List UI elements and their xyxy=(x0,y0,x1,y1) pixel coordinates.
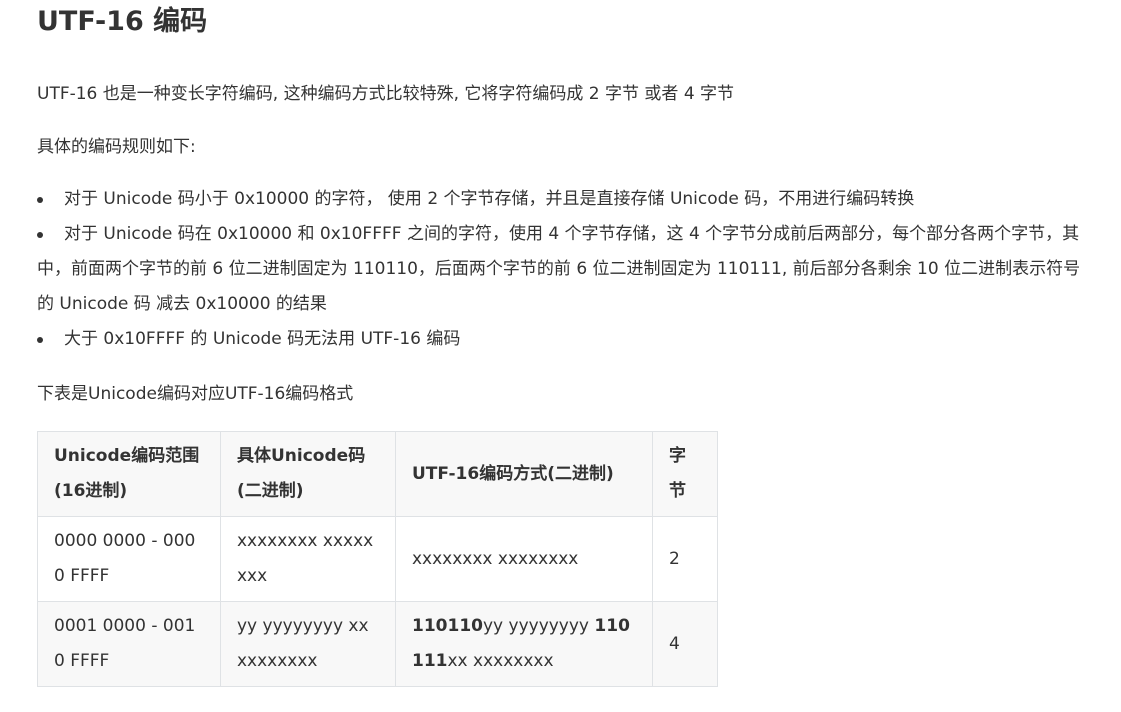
cell-utf16: xxxxxxxx xxxxxxxx xyxy=(395,516,653,602)
utf16-bits: yy yyyyyyyy xyxy=(482,616,595,636)
cell-binary: xxxxxxxx xxxxxxxx xyxy=(220,516,396,602)
table-caption: 下表是Unicode编码对应UTF-16编码格式 xyxy=(37,384,354,404)
intro-paragraph: UTF-16 也是一种变长字符编码, 这种编码方式比较特殊, 它将字符编码成 2… xyxy=(37,84,735,104)
list-item: 对于 Unicode 码小于 0x10000 的字符， 使用 2 个字节存储，并… xyxy=(37,182,1097,217)
bullet-icon xyxy=(37,197,43,203)
utf16-format-table: Unicode编码范围(16进制) 具体Unicode码(二进制) UTF-16… xyxy=(37,431,718,687)
article: UTF-16 编码 UTF-16 也是一种变长字符编码, 这种编码方式比较特殊,… xyxy=(37,0,1097,687)
utf16-bits: xxxxxxxx xxxxxxxx xyxy=(412,548,579,569)
table-row: 0001 0000 - 0010 FFFF yy yyyyyyyy xx xxx… xyxy=(37,601,718,687)
table-header-row: Unicode编码范围(16进制) 具体Unicode码(二进制) UTF-16… xyxy=(37,431,718,517)
utf16-bits: xx xxxxxxxx xyxy=(447,651,554,671)
cell-range: 0001 0000 - 0010 FFFF xyxy=(37,601,221,687)
cell-range: 0000 0000 - 0000 FFFF xyxy=(37,516,221,602)
cell-bytes: 2 xyxy=(652,516,718,602)
bullet-icon xyxy=(37,232,43,238)
column-header-binary: 具体Unicode码(二进制) xyxy=(220,431,396,517)
page-title: UTF-16 编码 xyxy=(37,6,208,37)
rules-list: 对于 Unicode 码小于 0x10000 的字符， 使用 2 个字节存储，并… xyxy=(37,182,1097,357)
cell-utf16: 110110yy yyyyyyyy 110111xx xxxxxxxx xyxy=(395,601,653,687)
list-item-text: 大于 0x10FFFF 的 Unicode 码无法用 UTF-16 编码 xyxy=(64,329,461,349)
list-item: 对于 Unicode 码在 0x10000 和 0x10FFFF 之间的字符，使… xyxy=(37,217,1097,322)
cell-bytes: 4 xyxy=(652,601,718,687)
rules-heading: 具体的编码规则如下: xyxy=(37,137,196,157)
list-item-text: 对于 Unicode 码小于 0x10000 的字符， 使用 2 个字节存储，并… xyxy=(64,189,915,209)
utf16-prefix: 110110 xyxy=(412,616,483,636)
list-item: 大于 0x10FFFF 的 Unicode 码无法用 UTF-16 编码 xyxy=(37,322,1097,357)
cell-binary: yy yyyyyyyy xx xxxxxxxx xyxy=(220,601,396,687)
bullet-icon xyxy=(37,337,43,343)
column-header-utf16: UTF-16编码方式(二进制) xyxy=(395,431,653,517)
column-header-range: Unicode编码范围(16进制) xyxy=(37,431,221,517)
table-row: 0000 0000 - 0000 FFFF xxxxxxxx xxxxxxxx … xyxy=(37,516,718,602)
column-header-bytes: 字节 xyxy=(652,431,718,517)
list-item-text: 对于 Unicode 码在 0x10000 和 0x10FFFF 之间的字符，使… xyxy=(37,224,1081,314)
